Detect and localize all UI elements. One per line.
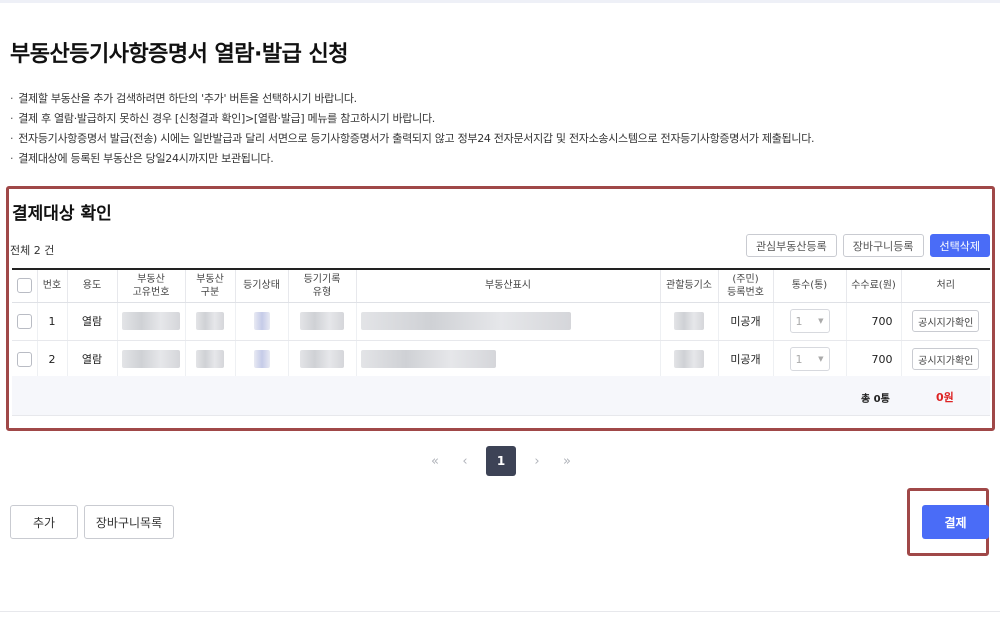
row-fee: 700 (845, 302, 901, 341)
col-kind: 부동산 구분 (184, 268, 235, 303)
redacted-record-type (300, 312, 344, 330)
table-summary: 총 0통 0원 (12, 376, 990, 416)
table-row: 1 열람 미공개 1 ▼ 700 공시지가확인 (12, 302, 990, 341)
redacted-unique-id (122, 350, 180, 368)
col-office: 관할등기소 (659, 268, 718, 303)
delete-selected-button[interactable]: 선택삭제 (929, 234, 990, 257)
row-checkbox[interactable] (16, 313, 32, 329)
col-usage: 용도 (66, 268, 117, 303)
redacted-kind (196, 312, 224, 330)
col-unique-id: 부동산 고유번호 (116, 268, 185, 303)
notice-item: 전자등기사항증명서 발급(전송) 시에는 일반발급과 달리 서면으로 등기사항증… (10, 129, 814, 149)
col-status: 등기상태 (234, 268, 288, 303)
page-title: 부동산등기사항증명서 열람·발급 신청 (10, 42, 349, 67)
prev-page-icon[interactable]: ‹ (450, 446, 480, 476)
col-process: 처리 (900, 268, 990, 303)
table-actions: 관심부동산등록 장바구니등록 선택삭제 (745, 234, 990, 257)
cart-list-button[interactable]: 장바구니목록 (84, 505, 174, 539)
notice-item: 결제 후 열람·발급하지 못하신 경우 [신청결과 확인]>[열람·발급] 메뉴… (10, 109, 814, 129)
row-number: 1 (36, 302, 67, 341)
next-page-icon[interactable]: › (522, 446, 552, 476)
redacted-unique-id (122, 312, 180, 330)
row-reg-no: 미공개 (717, 340, 773, 379)
table-row: 2 열람 미공개 1 ▼ 700 공시지가확인 (12, 340, 990, 379)
total-amount: 0원 (936, 391, 954, 404)
copies-select[interactable]: 1 ▼ (789, 309, 830, 333)
pay-button[interactable]: 결제 (922, 505, 989, 539)
copies-select[interactable]: 1 ▼ (789, 347, 830, 371)
redacted-status (253, 312, 270, 330)
bottom-divider (0, 611, 1000, 612)
row-usage: 열람 (66, 302, 117, 341)
current-page[interactable]: 1 (486, 446, 516, 476)
select-all-cell (12, 268, 37, 303)
dropdown-arrow-icon: ▼ (818, 355, 824, 363)
select-all-checkbox[interactable] (16, 278, 32, 294)
total-count: 전체 2 건 (10, 244, 55, 257)
total-copies: 총 0통 (861, 394, 890, 405)
col-fee: 수수료(원) (845, 268, 901, 303)
col-copies: 통수(통) (772, 268, 846, 303)
top-divider (0, 0, 1000, 3)
row-usage: 열람 (66, 340, 117, 379)
last-page-icon[interactable]: » (552, 446, 582, 476)
redacted-office (674, 312, 704, 330)
cart-register-button[interactable]: 장바구니등록 (842, 234, 924, 257)
payment-table: 번호 용도 부동산 고유번호 부동산 구분 등기상태 등기기록 유형 부동산표시 관할… (12, 268, 990, 379)
add-button[interactable]: 추가 (10, 505, 78, 539)
col-reg-no: (주민) 등록번호 (717, 268, 773, 303)
notice-item: 결제대상에 등록된 부동산은 당일24시까지만 보관됩니다. (10, 149, 814, 169)
col-no: 번호 (36, 268, 67, 303)
notice-list: 결제할 부동산을 추가 검색하려면 하단의 '추가' 버튼을 선택하시기 바랍니… (10, 89, 814, 169)
dropdown-arrow-icon: ▼ (818, 317, 824, 325)
land-price-check-button[interactable]: 공시지가확인 (912, 348, 980, 370)
row-fee: 700 (845, 340, 901, 379)
col-record-type: 등기기록 유형 (287, 268, 356, 303)
row-number: 2 (36, 340, 67, 379)
first-page-icon[interactable]: « (420, 446, 450, 476)
row-checkbox[interactable] (16, 351, 32, 367)
watch-register-button[interactable]: 관심부동산등록 (745, 234, 837, 257)
redacted-kind (196, 350, 224, 368)
redacted-record-type (300, 350, 344, 368)
table-header-row: 번호 용도 부동산 고유번호 부동산 구분 등기상태 등기기록 유형 부동산표시 관할… (12, 268, 990, 303)
redacted-status (253, 350, 270, 368)
col-description: 부동산표시 (355, 268, 660, 303)
notice-item: 결제할 부동산을 추가 검색하려면 하단의 '추가' 버튼을 선택하시기 바랍니… (10, 89, 814, 109)
row-reg-no: 미공개 (717, 302, 773, 341)
redacted-office (674, 350, 704, 368)
pagination: « ‹ 1 › » (420, 446, 582, 476)
redacted-description (360, 312, 571, 330)
section-title: 결제대상 확인 (12, 204, 112, 224)
redacted-description (360, 350, 496, 368)
land-price-check-button[interactable]: 공시지가확인 (912, 310, 980, 332)
